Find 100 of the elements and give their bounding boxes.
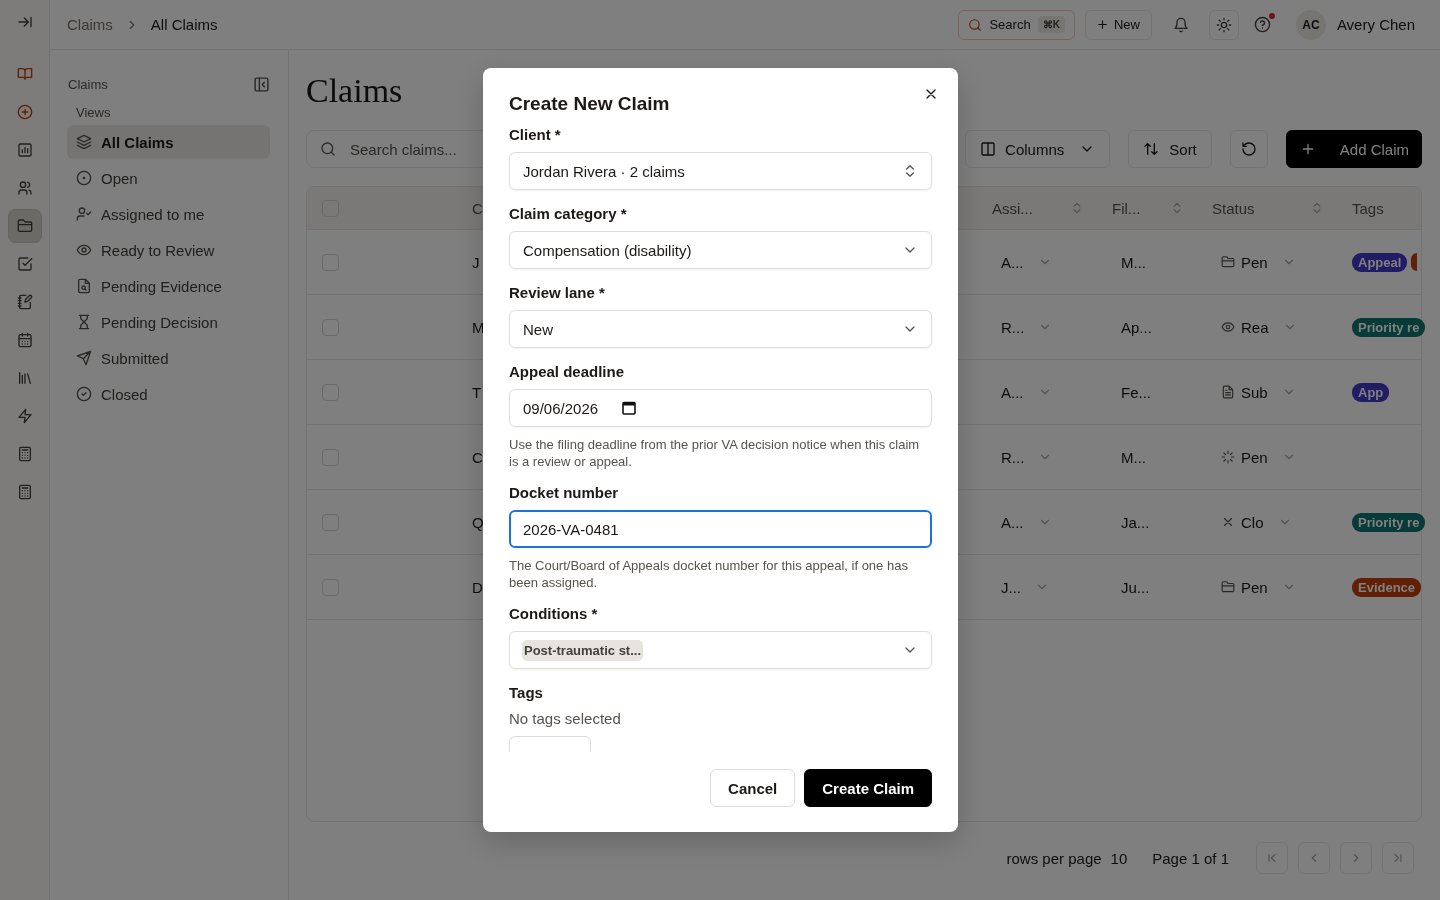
sidebar-item[interactable]: Assigned to me [67, 197, 270, 231]
rows-per-page-select[interactable]: 10 [1110, 849, 1128, 867]
date-field[interactable]: 09/06/2026 [509, 389, 932, 427]
chart-icon [16, 142, 33, 158]
create-claim-button[interactable]: Create Claim [804, 769, 932, 807]
input-field[interactable]: 2026-VA-0481 [509, 510, 932, 548]
table-cell: Fe... [1121, 383, 1151, 401]
search-icon [320, 141, 336, 158]
search-button[interactable]: Search ⌘K [958, 9, 1075, 40]
hourglass-icon [76, 314, 92, 330]
sort-icon [1143, 141, 1160, 158]
shortcut-hint: ⌘K [1037, 16, 1065, 33]
sidebar-item[interactable]: Ready to Review [67, 233, 270, 267]
field-label: Client * [509, 125, 562, 145]
layers-icon [76, 134, 92, 150]
condition-chip: Post-traumatic st... [522, 639, 644, 661]
table-cell: Ap... [1121, 318, 1152, 336]
theme-button[interactable] [1208, 9, 1239, 40]
breadcrumb-link[interactable]: All Claims [150, 16, 218, 33]
tag-badge: Priority re [1352, 512, 1426, 532]
status-select[interactable]: Rea [1221, 318, 1269, 336]
table-cell: D [472, 578, 483, 596]
folder-icon [1221, 255, 1235, 270]
status-select[interactable]: Pen [1221, 448, 1268, 466]
sun-icon [1215, 16, 1232, 33]
select-field[interactable]: Compensation (disability) [509, 231, 932, 269]
cancel-button[interactable]: Cancel [710, 769, 796, 807]
field-hint: Use the filing deadline from the prior VA decision notice when this claim is a review or appeal. [509, 436, 921, 470]
sidebar-item[interactable]: Open [67, 161, 270, 195]
expand-icon [16, 14, 33, 30]
plus-icon [1095, 18, 1109, 31]
file-search-icon [76, 278, 92, 294]
table-cell: R... [1001, 448, 1025, 466]
calculator-icon [16, 446, 33, 462]
empty-tags-text: No tags selected [509, 710, 622, 727]
calendar-icon [16, 332, 33, 348]
column-header[interactable]: Status [1212, 199, 1255, 217]
refresh-button[interactable] [1229, 130, 1268, 169]
search-icon [968, 17, 983, 32]
search-label: Search [989, 17, 1031, 32]
collapse-button[interactable] [253, 76, 270, 93]
columns-icon [980, 141, 997, 158]
calendar-icon [622, 401, 637, 415]
table-cell: J... [1001, 578, 1021, 596]
field-label: Claim category * [509, 204, 628, 224]
table-cell: Ju... [1121, 578, 1150, 596]
document-icon [1221, 385, 1235, 400]
send-icon [76, 350, 92, 366]
status-select[interactable]: Pen [1221, 578, 1268, 596]
loader-icon [1221, 450, 1235, 465]
calculator-icon [16, 484, 33, 500]
users-icon [16, 180, 33, 196]
table-cell: M [472, 318, 485, 336]
folder-icon [16, 218, 33, 234]
column-header[interactable]: C [472, 199, 483, 217]
table-cell: C [472, 448, 483, 466]
table-cell: A... [1001, 383, 1024, 401]
tag-badge: Priority re [1352, 317, 1426, 337]
column-header[interactable]: Tags [1352, 199, 1384, 217]
sidebar-item[interactable]: All Claims [67, 125, 270, 159]
status-select[interactable]: Sub [1221, 383, 1268, 401]
refresh-icon [1240, 141, 1257, 158]
check-circle-icon [76, 386, 92, 402]
user-check-icon [76, 206, 92, 222]
notebook-icon [16, 294, 33, 310]
table-cell: Ja... [1121, 513, 1150, 531]
select-field[interactable]: New [509, 310, 932, 348]
sidebar-title: Claims [68, 77, 108, 92]
checkbox-icon [16, 256, 33, 272]
columns-button[interactable]: Columns [965, 130, 1111, 169]
sidebar-item[interactable]: Submitted [67, 341, 270, 375]
new-button[interactable]: New [1084, 9, 1152, 40]
client-select[interactable]: Jordan Rivera · 2 claims [509, 152, 932, 190]
table-cell: R... [1001, 318, 1025, 336]
column-header[interactable]: Fil... [1112, 199, 1141, 217]
page-title: Claims [306, 72, 403, 110]
field-label: Appeal deadline [509, 362, 626, 382]
new-label: New [1113, 17, 1140, 32]
field-label: Conditions * [509, 604, 599, 624]
tag-badge: App [1352, 382, 1390, 402]
table-cell: T [472, 383, 482, 401]
sort-button[interactable]: Sort [1128, 130, 1212, 169]
column-header[interactable]: Assi... [992, 199, 1033, 217]
tag-badge: Appeal [1352, 252, 1408, 272]
sidebar-item[interactable]: Pending Decision [67, 305, 270, 339]
books-icon [16, 370, 33, 386]
add-claim-button[interactable]: Add Claim [1285, 130, 1422, 169]
rail-button[interactable] [7, 209, 42, 243]
sidebar-item[interactable]: Closed [67, 377, 270, 411]
tag-badge: Evidence [1352, 577, 1422, 597]
status-select[interactable]: Pen [1221, 253, 1268, 271]
user-avatar[interactable]: AC [1295, 9, 1326, 40]
conditions-select[interactable]: Post-traumatic st... [509, 631, 932, 669]
status-select[interactable]: Clo [1221, 513, 1264, 531]
sidebar-item[interactable]: Pending Evidence [67, 269, 270, 303]
bell-icon [1172, 16, 1189, 33]
table-cell: M... [1121, 253, 1146, 271]
breadcrumb-link[interactable]: Claims [67, 16, 113, 33]
panel-icon [253, 76, 270, 93]
eye-icon [76, 242, 92, 258]
